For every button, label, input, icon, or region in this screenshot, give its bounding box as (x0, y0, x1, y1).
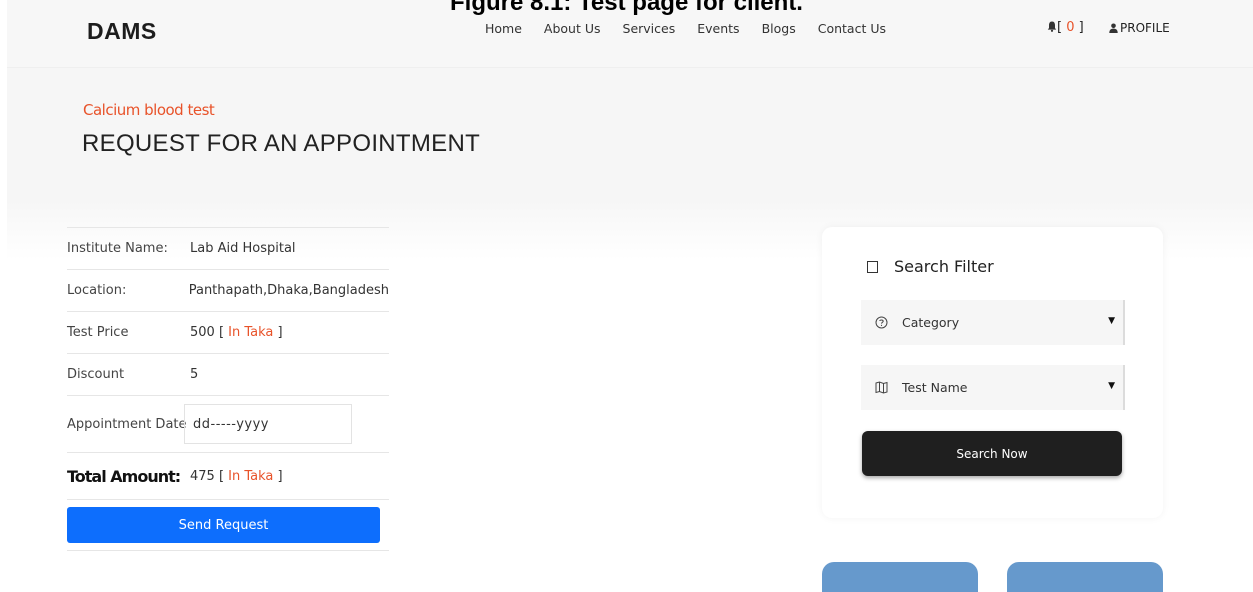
nav-home[interactable]: Home (485, 21, 522, 36)
profile-link[interactable]: PROFILE (1109, 21, 1170, 35)
price-row: Test Price 500 [ In Taka ] (67, 311, 389, 353)
test-name-label: Test Name (902, 380, 968, 395)
category-select[interactable]: Category ▼ (861, 300, 1125, 345)
institute-label: Institute Name: (67, 241, 168, 256)
total-row: Total Amount: 475 [ In Taka ] (67, 452, 389, 499)
search-filter-panel: Search Filter Category ▼ Test Name ▼ Sea… (822, 227, 1163, 518)
test-name: Calcium blood test (83, 101, 215, 119)
nav-about-us[interactable]: About Us (544, 21, 601, 36)
discount-value: 5 (190, 367, 199, 382)
price-value: 500 (190, 325, 215, 340)
bell-icon (1047, 21, 1057, 32)
appointment-date-label: Appointment Date (67, 416, 187, 432)
question-circle-icon (875, 316, 888, 329)
location-value: Panthapath,Dhaka,Bangladesh (188, 283, 389, 298)
search-now-button[interactable]: Search Now (862, 431, 1122, 476)
send-request-button[interactable]: Send Request (67, 507, 380, 543)
total-label: Total Amount: (67, 466, 181, 486)
price-value-group: 500 [ In Taka ] (190, 325, 283, 340)
profile-label: PROFILE (1120, 21, 1170, 35)
institute-row: Institute Name: Lab Aid Hospital (67, 227, 389, 269)
location-label: Location: (67, 283, 127, 298)
map-icon (875, 381, 888, 394)
chevron-down-icon: ▼ (1108, 316, 1115, 326)
appointment-date-input[interactable]: dd-----yyyy (184, 404, 352, 444)
notification-bracket-open: [ (1057, 20, 1067, 35)
user-icon (1109, 23, 1118, 33)
notification-button[interactable]: [ 0 ] (1047, 20, 1084, 35)
chevron-down-icon: ▼ (1108, 381, 1115, 391)
institute-value: Lab Aid Hospital (190, 241, 296, 256)
price-label: Test Price (67, 325, 129, 340)
discount-row: Discount 5 (67, 353, 389, 395)
site-logo[interactable]: DAMS (87, 18, 157, 45)
page-title: REQUEST FOR AN APPOINTMENT (82, 130, 481, 157)
send-row: Send Request (67, 499, 389, 551)
total-value-group: 475 [ In Taka ] (190, 468, 283, 484)
filter-square-icon (867, 260, 878, 273)
filter-title-text: Search Filter (894, 257, 994, 276)
category-label: Category (902, 315, 960, 330)
nav-contact-us[interactable]: Contact Us (818, 21, 886, 36)
info-card-2[interactable] (1007, 562, 1163, 592)
appointment-date-row: Appointment Date dd-----yyyy (67, 395, 389, 452)
test-name-select[interactable]: Test Name ▼ (861, 365, 1125, 410)
nav-blogs[interactable]: Blogs (762, 21, 796, 36)
main-nav: Home About Us Services Events Blogs Cont… (485, 21, 908, 36)
filter-title: Search Filter (867, 257, 994, 276)
total-value: 475 (190, 468, 215, 484)
location-row: Location: Panthapath,Dhaka,Bangladesh (67, 269, 389, 311)
nav-events[interactable]: Events (697, 21, 739, 36)
nav-services[interactable]: Services (623, 21, 676, 36)
total-unit: In Taka (228, 468, 274, 484)
info-card-1[interactable] (822, 562, 978, 592)
appointment-details: Institute Name: Lab Aid Hospital Locatio… (67, 227, 389, 551)
discount-label: Discount (67, 367, 125, 382)
price-unit: In Taka (228, 325, 274, 340)
notification-count: 0 (1066, 20, 1075, 35)
figure-caption: Figure 8.1: Test page for client. (450, 0, 803, 16)
notification-bracket-close: ] (1074, 20, 1084, 35)
